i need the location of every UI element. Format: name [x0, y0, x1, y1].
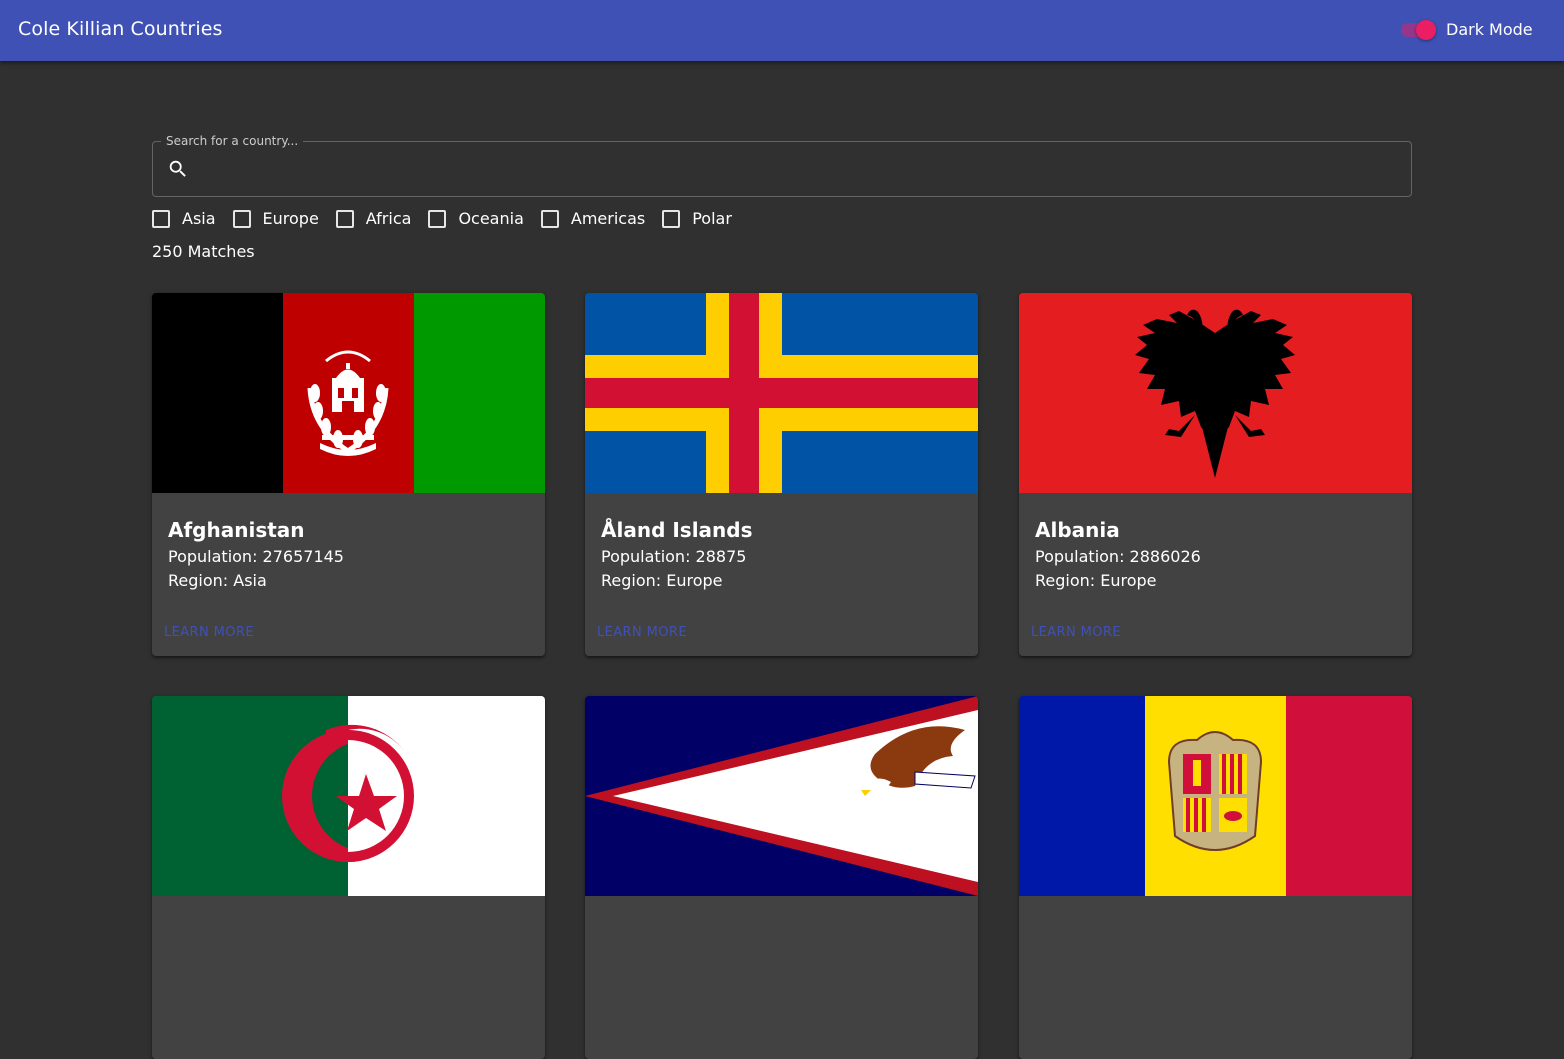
andorra-flag — [1019, 696, 1412, 896]
filter-label: Europe — [262, 209, 319, 228]
app-title: Cole Killian Countries — [18, 18, 223, 40]
country-population: Population: 28875 — [601, 547, 747, 566]
filter-label: Americas — [570, 209, 646, 228]
filter-label: Africa — [365, 209, 412, 228]
search-label: Search for a country... — [161, 133, 304, 149]
american-samoa-flag — [585, 696, 978, 896]
dark-mode-switch[interactable] — [1400, 18, 1440, 42]
region-filters: Asia Europe Africa Oceania Americas Pola… — [152, 208, 749, 230]
country-population: Population: 2886026 — [1035, 547, 1201, 566]
afghanistan-flag — [152, 293, 545, 493]
search-input[interactable] — [200, 150, 1390, 186]
filter-label: Asia — [182, 209, 216, 228]
filter-polar[interactable]: Polar — [662, 209, 732, 229]
country-name: Afghanistan — [168, 518, 305, 542]
country-card-aland-islands[interactable]: Åland Islands Population: 28875 Region: … — [585, 293, 978, 656]
checkbox[interactable] — [540, 210, 559, 228]
country-card-algeria[interactable] — [152, 696, 545, 1059]
checkbox[interactable] — [662, 210, 681, 228]
filter-africa[interactable]: Africa — [335, 209, 412, 229]
learn-more-button[interactable]: LEARN MORE — [1031, 625, 1121, 641]
checkbox[interactable] — [152, 210, 170, 228]
match-count: 250 Matches — [152, 242, 255, 261]
search-icon — [169, 160, 186, 177]
filter-label: Polar — [692, 209, 732, 228]
dark-mode-label: Dark Mode — [1446, 20, 1533, 39]
filter-label: Oceania — [458, 209, 524, 228]
albania-flag — [1019, 293, 1412, 493]
switch-thumb — [1416, 20, 1436, 40]
filter-asia[interactable]: Asia — [152, 209, 216, 229]
algeria-flag — [152, 696, 545, 896]
aland-islands-flag — [585, 293, 978, 493]
country-card-american-samoa[interactable] — [585, 696, 978, 1059]
learn-more-button[interactable]: LEARN MORE — [597, 625, 687, 641]
learn-more-button[interactable]: LEARN MORE — [164, 625, 254, 641]
filter-oceania[interactable]: Oceania — [428, 209, 524, 229]
country-population: Population: 27657145 — [168, 547, 344, 566]
checkbox[interactable] — [335, 210, 354, 228]
filter-europe[interactable]: Europe — [232, 209, 319, 229]
filter-americas[interactable]: Americas — [540, 209, 646, 229]
country-name: Albania — [1035, 518, 1120, 542]
app-bar: Cole Killian Countries Dark Mode — [0, 0, 1564, 61]
country-card-afghanistan[interactable]: Afghanistan Population: 27657145 Region:… — [152, 293, 545, 656]
country-region: Region: Asia — [168, 571, 267, 590]
country-region: Region: Europe — [601, 571, 723, 590]
checkbox[interactable] — [428, 210, 447, 228]
country-card-andorra[interactable] — [1019, 696, 1412, 1059]
country-name: Åland Islands — [601, 518, 753, 542]
country-region: Region: Europe — [1035, 571, 1157, 590]
checkbox[interactable] — [232, 210, 251, 228]
country-card-albania[interactable]: Albania Population: 2886026 Region: Euro… — [1019, 293, 1412, 656]
